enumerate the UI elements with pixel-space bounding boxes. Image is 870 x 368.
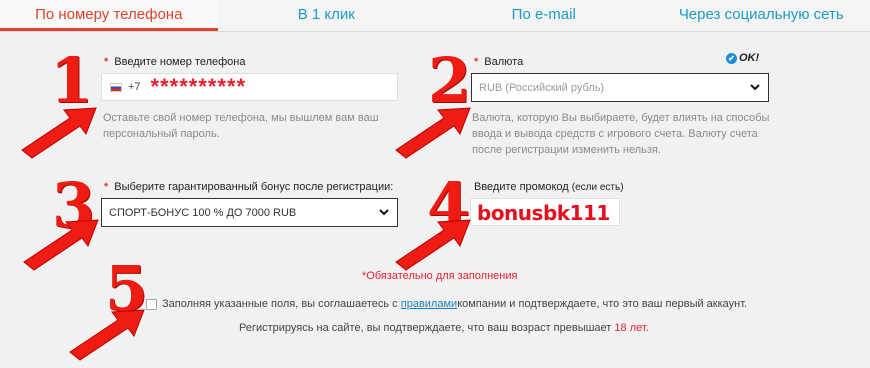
bonus-selected-value: СПОРТ-БОНУС 100 % ДО 7000 RUB [109,206,297,219]
currency-selected-value: RUB (Российский рубль) [479,81,605,94]
currency-hint-line: ввода и вывода средств с игрового счета.… [472,128,758,140]
promo-label-note: (если есть) [571,182,624,193]
tab-social[interactable]: Через социальную сеть [653,0,870,31]
age-notice: Регистрируясь на сайте, вы подтверждаете… [239,322,649,334]
age-notice-text: Регистрируясь на сайте, вы подтверждаете… [239,322,615,334]
currency-select[interactable]: RUB (Российский рубль) [471,73,769,102]
currency-label: * Валюта [474,56,523,68]
chevron-down-icon [379,209,389,216]
required-mark: * [474,56,479,68]
currency-hint-line: после регистрации изменить нельзя. [472,144,661,156]
promo-input[interactable]: bonusbk111 [470,198,620,226]
bonus-label-text: Выберите гарантированный бонус после рег… [114,181,394,193]
chevron-down-icon [750,84,760,91]
ok-indicator: ✔ OK! [726,52,759,64]
check-circle-icon: ✔ [726,52,737,64]
phone-hint: Оставьте свой номер телефона, мы вышлем … [103,110,379,142]
phone-input[interactable]: +7 ********** [101,73,398,101]
ok-text: OK! [739,52,760,64]
required-mark: * [104,181,109,193]
russia-flag-icon [110,82,122,92]
required-mark: * [104,56,109,68]
currency-hint-line: Валюта, которую Вы выбираете, будет влия… [472,112,770,124]
country-code: +7 [128,81,141,93]
bonus-select[interactable]: СПОРТ-БОНУС 100 % ДО 7000 RUB [101,198,398,227]
agreement-text-after: компании и подтверждаете, что это ваш пе… [457,298,748,310]
red-arrow-icon [395,219,471,271]
tab-phone[interactable]: По номеру телефона [0,0,218,31]
red-arrow-icon [21,107,97,159]
phone-hint-line: персональный пароль. [103,128,220,140]
promo-label: Введите промокод (если есть) [474,181,624,193]
phone-value: ********** [150,74,247,99]
red-arrow-icon [23,219,99,271]
red-arrow-icon [69,309,145,361]
currency-hint: Валюта, которую Вы выбираете, будет влия… [472,110,769,158]
agreement-text-before: Заполняя указанные поля, вы соглашаетесь… [162,298,398,310]
tab-one-click[interactable]: В 1 клик [218,0,436,31]
phone-hint-line: Оставьте свой номер телефона, мы вышлем … [103,112,379,124]
tab-email[interactable]: По e-mail [435,0,653,31]
currency-label-text: Валюта [484,56,524,68]
phone-label: * Введите номер телефона [104,56,245,68]
promo-label-text: Введите промокод [474,181,569,193]
bonus-label: * Выберите гарантированный бонус после ре… [104,181,393,193]
red-arrow-icon [395,107,471,159]
registration-tabs: По номеру телефона В 1 клик По e-mail Че… [0,0,870,32]
rules-link[interactable]: правилами [401,298,457,310]
phone-label-text: Введите номер телефона [114,56,246,68]
agreement-row: Заполняя указанные поля, вы соглашаетесь… [146,298,747,310]
age-years: 18 лет. [614,322,649,334]
